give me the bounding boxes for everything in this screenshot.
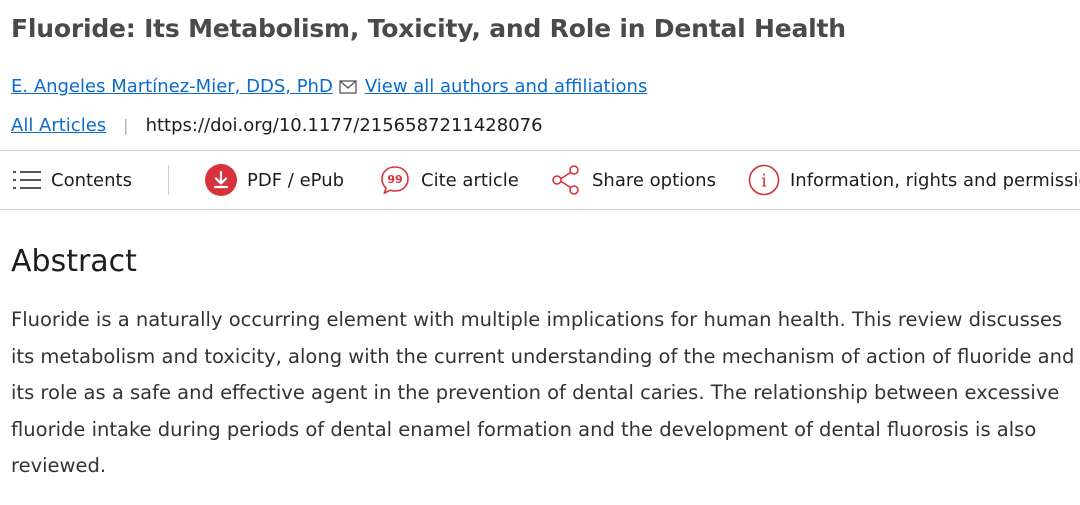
meta-separator: | [123, 116, 129, 135]
information-rights-label: Information, rights and permissions [790, 169, 1080, 191]
article-toolbar: Contents PDF / ePub 99 Cite article Shar… [0, 150, 1080, 210]
share-options-label: Share options [592, 169, 716, 191]
information-rights-button[interactable]: i Information, rights and permissions [748, 151, 1080, 209]
mail-icon[interactable] [339, 78, 357, 99]
info-icon: i [748, 164, 780, 196]
abstract-heading: Abstract [11, 244, 137, 279]
download-icon [205, 164, 237, 196]
share-icon [550, 164, 582, 196]
contents-label: Contents [51, 169, 132, 191]
all-articles-link[interactable]: All Articles [11, 115, 106, 136]
cite-article-label: Cite article [421, 169, 519, 191]
pdf-epub-label: PDF / ePub [247, 169, 345, 191]
quote-icon: 99 [379, 164, 411, 196]
author-link[interactable]: E. Angeles Martínez-Mier, DDS, PhD [11, 76, 333, 97]
article-meta: All Articles | https://doi.org/10.1177/215… [11, 115, 543, 136]
svg-text:99: 99 [387, 173, 402, 186]
svg-text:i: i [761, 171, 767, 192]
doi-text: https://doi.org/10.1177/2156587211428076 [145, 115, 543, 136]
cite-article-button[interactable]: 99 Cite article [379, 151, 519, 209]
list-icon [13, 169, 41, 191]
toolbar-divider [168, 165, 169, 195]
share-options-button[interactable]: Share options [550, 151, 716, 209]
author-line: E. Angeles Martínez-Mier, DDS, PhD View a… [11, 76, 647, 99]
contents-button[interactable]: Contents [13, 151, 132, 209]
all-authors-link[interactable]: View all authors and affiliations [365, 76, 648, 97]
article-title: Fluoride: Its Metabolism, Toxicity, and … [11, 14, 846, 43]
pdf-epub-button[interactable]: PDF / ePub [205, 151, 344, 209]
abstract-text: Fluoride is a naturally occurring elemen… [11, 308, 1075, 478]
